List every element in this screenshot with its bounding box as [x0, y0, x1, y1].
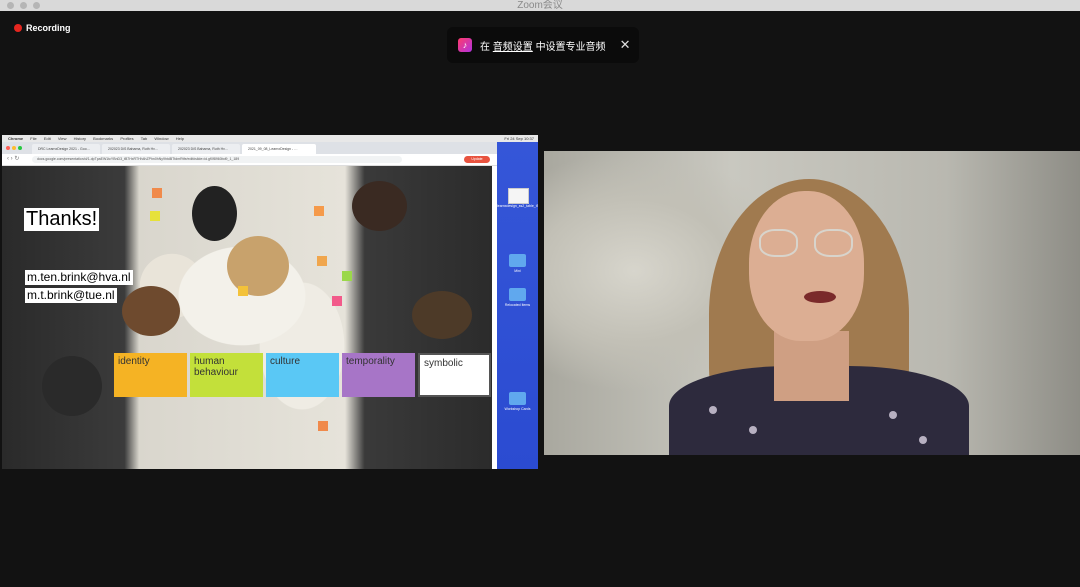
- browser-tab[interactable]: 202023 DiS Bahama, Ruth Hv…: [102, 144, 170, 154]
- menubar-tab[interactable]: Tab: [141, 136, 147, 141]
- sticky-note: [317, 256, 327, 266]
- close-banner-button[interactable]: ✕: [620, 37, 631, 53]
- menubar-file[interactable]: File: [30, 136, 36, 141]
- address-bar[interactable]: docs.google.com/presentation/d/1-dpTpaEW…: [32, 156, 402, 163]
- desktop-item-label[interactable]: Mini: [497, 269, 538, 273]
- category-identity: identity: [114, 353, 187, 397]
- browser-tab[interactable]: 202023 DiS Bahama, Ruth Hv…: [172, 144, 240, 154]
- glasses-lens: [814, 229, 853, 257]
- pattern-dot: [709, 406, 717, 414]
- sticky-note: [152, 188, 162, 198]
- window-titlebar: Zoom会议: [0, 0, 1080, 11]
- pattern-dot: [749, 426, 757, 434]
- image-file-icon[interactable]: [508, 188, 529, 204]
- pattern-dot: [889, 411, 897, 419]
- sticky-note: [342, 271, 352, 281]
- sticky-note: [150, 211, 160, 221]
- person-head: [122, 286, 180, 336]
- desktop-item-label[interactable]: Relocated Items: [497, 303, 538, 307]
- menubar-profiles[interactable]: Profiles: [120, 136, 133, 141]
- desktop-item-label[interactable]: Workshop Cards: [497, 407, 538, 411]
- sticky-note: [332, 296, 342, 306]
- recording-label: Recording: [26, 23, 71, 33]
- menubar-view[interactable]: View: [58, 136, 67, 141]
- menubar-edit[interactable]: Edit: [44, 136, 51, 141]
- sticky-note: [238, 286, 248, 296]
- person-head: [352, 181, 407, 231]
- person-head: [42, 356, 102, 416]
- category-symbolic: symbolic: [418, 353, 491, 397]
- record-dot-icon: [14, 24, 22, 32]
- desktop-area: learnxdesign_ss2_table_t5.png Mini Reloc…: [497, 142, 538, 469]
- menubar-help[interactable]: Help: [176, 136, 184, 141]
- participant-face: [749, 191, 864, 341]
- music-note-icon: ♪: [458, 38, 472, 52]
- category-cards: identity human behaviour culture tempora…: [114, 353, 491, 397]
- menubar-chrome[interactable]: Chrome: [8, 136, 23, 141]
- person-head: [192, 186, 237, 241]
- pattern-dot: [919, 436, 927, 444]
- email-address: m.ten.brink@hva.nl: [25, 270, 133, 285]
- window-title: Zoom会议: [517, 0, 563, 11]
- banner-text: 在 音频设置 中设置专业音频: [480, 38, 606, 53]
- menubar-clock: Fri 24 Sep 10:37: [504, 136, 534, 141]
- participant-video[interactable]: [544, 151, 1080, 455]
- browser-tab-active[interactable]: 2021_09_08_LearnxDesign - …: [242, 144, 316, 154]
- glasses-lens: [759, 229, 798, 257]
- audio-settings-link[interactable]: 音频设置: [493, 42, 533, 53]
- menubar-history[interactable]: History: [74, 136, 86, 141]
- banner-suffix: 中设置专业音频: [535, 41, 606, 53]
- browser-tabbar: DRC LearnxDesign 2021 - Goo… 202023 DiS …: [2, 142, 497, 154]
- sticky-note: [318, 421, 328, 431]
- browser-toolbar: ‹ › ↻ docs.google.com/presentation/d/1-d…: [2, 154, 497, 166]
- person-head: [227, 236, 289, 296]
- banner-prefix: 在: [480, 41, 490, 53]
- participant-mouth: [804, 291, 836, 303]
- menubar-window[interactable]: Window: [154, 136, 168, 141]
- update-button[interactable]: Update: [464, 156, 490, 163]
- folder-icon[interactable]: [509, 392, 526, 405]
- browser-zoom-icon[interactable]: [18, 146, 22, 150]
- participant-neck: [774, 331, 849, 401]
- slide-title: Thanks!: [24, 208, 100, 231]
- browser-minimize-icon[interactable]: [12, 146, 16, 150]
- folder-icon[interactable]: [509, 288, 526, 301]
- category-culture: culture: [266, 353, 339, 397]
- email-address: m.t.brink@tue.nl: [25, 288, 117, 303]
- person-head: [412, 291, 472, 339]
- back-icon[interactable]: ‹ › ↻: [7, 155, 19, 162]
- recording-indicator[interactable]: Recording: [14, 21, 71, 35]
- folder-icon[interactable]: [509, 254, 526, 267]
- shared-screen: Chrome File Edit View History Bookmarks …: [2, 135, 538, 469]
- mac-menubar: Chrome File Edit View History Bookmarks …: [2, 135, 538, 142]
- sticky-note: [314, 206, 324, 216]
- category-human-behaviour: human behaviour: [190, 353, 263, 397]
- menubar-bookmarks[interactable]: Bookmarks: [93, 136, 113, 141]
- browser-close-icon[interactable]: [6, 146, 10, 150]
- desktop-item-label[interactable]: learnxdesign_ss2_table_t5.png: [497, 204, 538, 208]
- audio-settings-banner: ♪ 在 音频设置 中设置专业音频 ✕: [447, 27, 639, 63]
- browser-tab[interactable]: DRC LearnxDesign 2021 - Goo…: [32, 144, 100, 154]
- category-temporality: temporality: [342, 353, 415, 397]
